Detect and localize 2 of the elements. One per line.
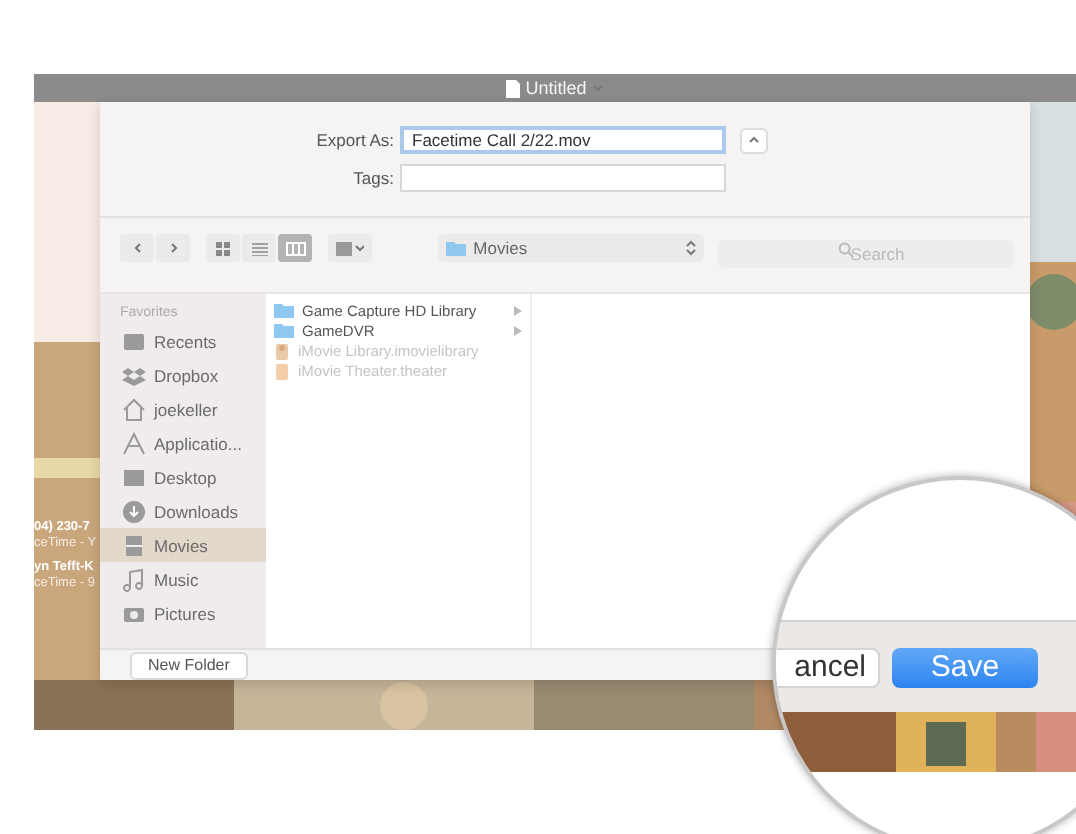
window-title: Untitled [525,78,587,98]
document-icon [505,79,520,97]
